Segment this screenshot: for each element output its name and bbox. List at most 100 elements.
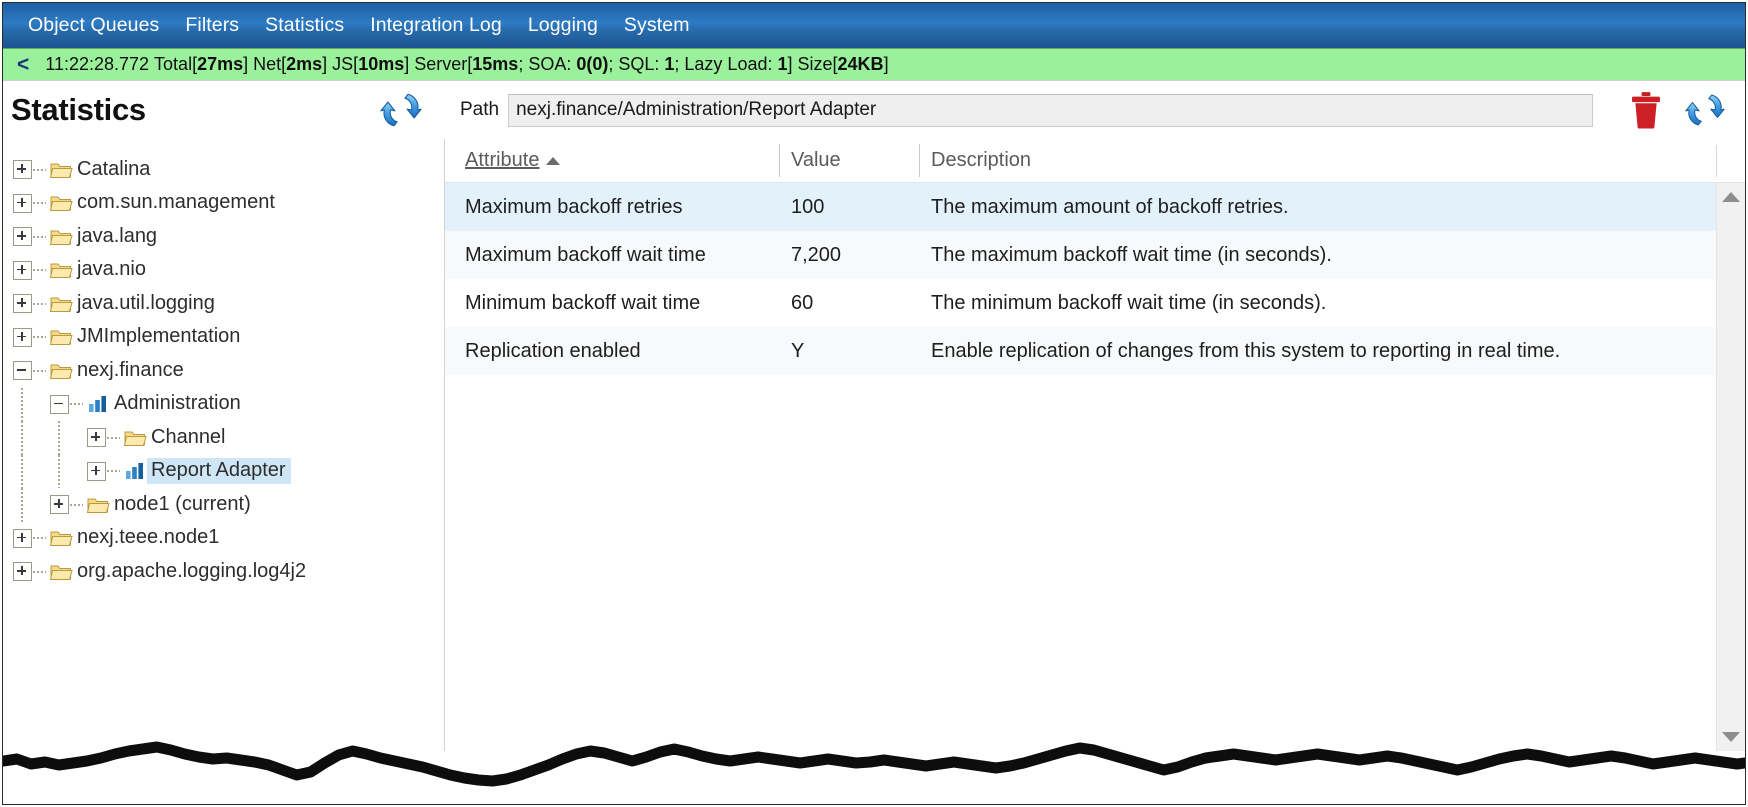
main-content: Catalina com.sun.management java.lang java.… xyxy=(3,139,1745,751)
status-timestamp: 11:22:28.772 xyxy=(45,54,150,74)
expand-icon[interactable] xyxy=(87,461,106,481)
refresh-table-button[interactable] xyxy=(1685,90,1725,130)
expand-icon[interactable] xyxy=(13,562,32,582)
status-soa-label: ; SOA: xyxy=(518,54,577,74)
delete-button[interactable] xyxy=(1629,91,1663,129)
tree-item-label: java.util.logging xyxy=(77,291,215,314)
column-header-attribute-label: Attribute xyxy=(465,149,540,171)
tree-connector-line xyxy=(33,168,46,171)
expand-icon[interactable] xyxy=(13,327,32,347)
column-header-value[interactable]: Value xyxy=(779,139,919,182)
tree-item-node1-current[interactable]: node1 (current) xyxy=(3,488,444,522)
menu-item-logging[interactable]: Logging xyxy=(515,14,611,37)
folder-icon xyxy=(49,561,73,583)
tree-item-nexj-teee-node1[interactable]: nexj.teee.node1 xyxy=(3,522,444,556)
tree-item-label: Report Adapter xyxy=(147,458,291,485)
tree-connector-line xyxy=(107,436,120,439)
mbean-tree-panel[interactable]: Catalina com.sun.management java.lang java.… xyxy=(3,139,445,751)
expand-icon[interactable] xyxy=(13,260,32,280)
folder-icon xyxy=(49,360,73,382)
cell-value: Y xyxy=(791,339,805,362)
refresh-tree-button[interactable] xyxy=(380,89,422,131)
tree-guide-line xyxy=(21,454,23,488)
menu-item-system[interactable]: System xyxy=(611,14,703,37)
collapse-chevron-icon[interactable]: < xyxy=(3,54,45,75)
table-row[interactable]: Replication enabled Y Enable replication o… xyxy=(445,327,1745,375)
folder-icon xyxy=(123,427,147,449)
tree-item-java-nio[interactable]: java.nio xyxy=(3,254,444,288)
cell-value: 7,200 xyxy=(791,243,842,266)
folder-icon xyxy=(49,326,73,348)
triangle-down-icon xyxy=(1722,732,1740,742)
expand-icon[interactable] xyxy=(13,227,32,247)
tree-item-java-lang[interactable]: java.lang xyxy=(3,220,444,254)
tree-item-label: com.sun.management xyxy=(77,191,275,214)
collapse-icon[interactable] xyxy=(50,394,69,414)
expand-icon[interactable] xyxy=(13,294,32,314)
scroll-up-button[interactable] xyxy=(1717,183,1745,211)
tree-item-administration[interactable]: Administration xyxy=(3,387,444,421)
toolbar: Statistics Path xyxy=(3,81,1745,139)
scroll-down-button[interactable] xyxy=(1717,723,1745,751)
tree-item-org-apache-logging-log4j2[interactable]: org.apache.logging.log4j2 xyxy=(3,555,444,589)
status-size-value: 24KB xyxy=(837,54,884,74)
chart-icon xyxy=(86,393,110,415)
table-header-row: Attribute Value Description xyxy=(445,139,1745,183)
collapse-icon[interactable] xyxy=(13,361,32,381)
path-zone: Path xyxy=(446,81,1607,139)
tree-item-catalina[interactable]: Catalina xyxy=(3,153,444,187)
tree-item-jmimplementation[interactable]: JMImplementation xyxy=(3,321,444,355)
cell-attribute: Maximum backoff wait time xyxy=(465,243,706,266)
expand-icon[interactable] xyxy=(13,160,32,180)
tree-item-com-sun-management[interactable]: com.sun.management xyxy=(3,187,444,221)
table-row[interactable]: Maximum backoff retries 100 The maximum am… xyxy=(445,183,1745,231)
tree-item-label: Channel xyxy=(151,425,226,448)
status-js-value: 10ms xyxy=(358,54,405,74)
status-lazy-label: ; Lazy Load: xyxy=(674,54,778,74)
expand-icon[interactable] xyxy=(13,193,32,213)
menu-item-statistics[interactable]: Statistics xyxy=(252,14,357,37)
tree-item-label: nexj.finance xyxy=(77,358,184,381)
menu-item-filters[interactable]: Filters xyxy=(172,14,252,37)
tree-item-java-util-logging[interactable]: java.util.logging xyxy=(3,287,444,321)
tree-item-label: node1 (current) xyxy=(114,492,251,515)
folder-icon xyxy=(49,527,73,549)
expand-icon[interactable] xyxy=(50,495,69,515)
column-header-description[interactable]: Description xyxy=(919,139,1745,182)
sort-ascending-icon xyxy=(546,156,561,165)
column-header-attribute[interactable]: Attribute xyxy=(453,139,779,182)
tree-connector-line xyxy=(33,235,46,238)
table-row[interactable]: Maximum backoff wait time 7,200 The maximu… xyxy=(445,231,1745,279)
tree-item-report-adapter[interactable]: Report Adapter xyxy=(3,454,444,488)
column-resize-grip[interactable] xyxy=(1716,145,1717,177)
status-js-label: ] JS[ xyxy=(322,54,359,74)
menu-item-integration-log[interactable]: Integration Log xyxy=(357,14,515,37)
status-size-label: ] Size[ xyxy=(787,54,838,74)
tree-item-nexj-finance[interactable]: nexj.finance xyxy=(3,354,444,388)
status-server-label: ] Server[ xyxy=(404,54,473,74)
expand-icon[interactable] xyxy=(87,428,106,448)
tree-item-label: java.lang xyxy=(77,224,158,247)
status-server-value: 15ms xyxy=(472,54,519,74)
status-sql-label: ; SQL: xyxy=(608,54,665,74)
cell-description: Enable replication of changes from this … xyxy=(931,339,1561,362)
status-sql-value: 1 xyxy=(664,54,675,74)
application-window: Object Queues Filters Statistics Integra… xyxy=(2,2,1746,805)
tree-item-label: nexj.teee.node1 xyxy=(77,526,220,549)
menu-item-object-queues[interactable]: Object Queues xyxy=(15,14,172,37)
trash-icon xyxy=(1632,92,1660,129)
table-row[interactable]: Minimum backoff wait time 60 The minimum b… xyxy=(445,279,1745,327)
status-total-value: 27ms xyxy=(197,54,244,74)
tree-item-channel[interactable]: Channel xyxy=(3,421,444,455)
tree-connector-line xyxy=(70,503,83,506)
path-label: Path xyxy=(460,99,500,120)
vertical-scrollbar[interactable] xyxy=(1716,183,1745,751)
status-net-label: ] Net[ xyxy=(243,54,287,74)
status-soa-value: 0(0) xyxy=(576,54,609,74)
path-input[interactable] xyxy=(508,93,1593,127)
tree-guide-line xyxy=(21,421,23,455)
expand-icon[interactable] xyxy=(13,528,32,548)
status-lazy-value: 1 xyxy=(777,54,788,74)
refresh-icon xyxy=(380,93,422,127)
title-zone: Statistics xyxy=(3,81,446,139)
